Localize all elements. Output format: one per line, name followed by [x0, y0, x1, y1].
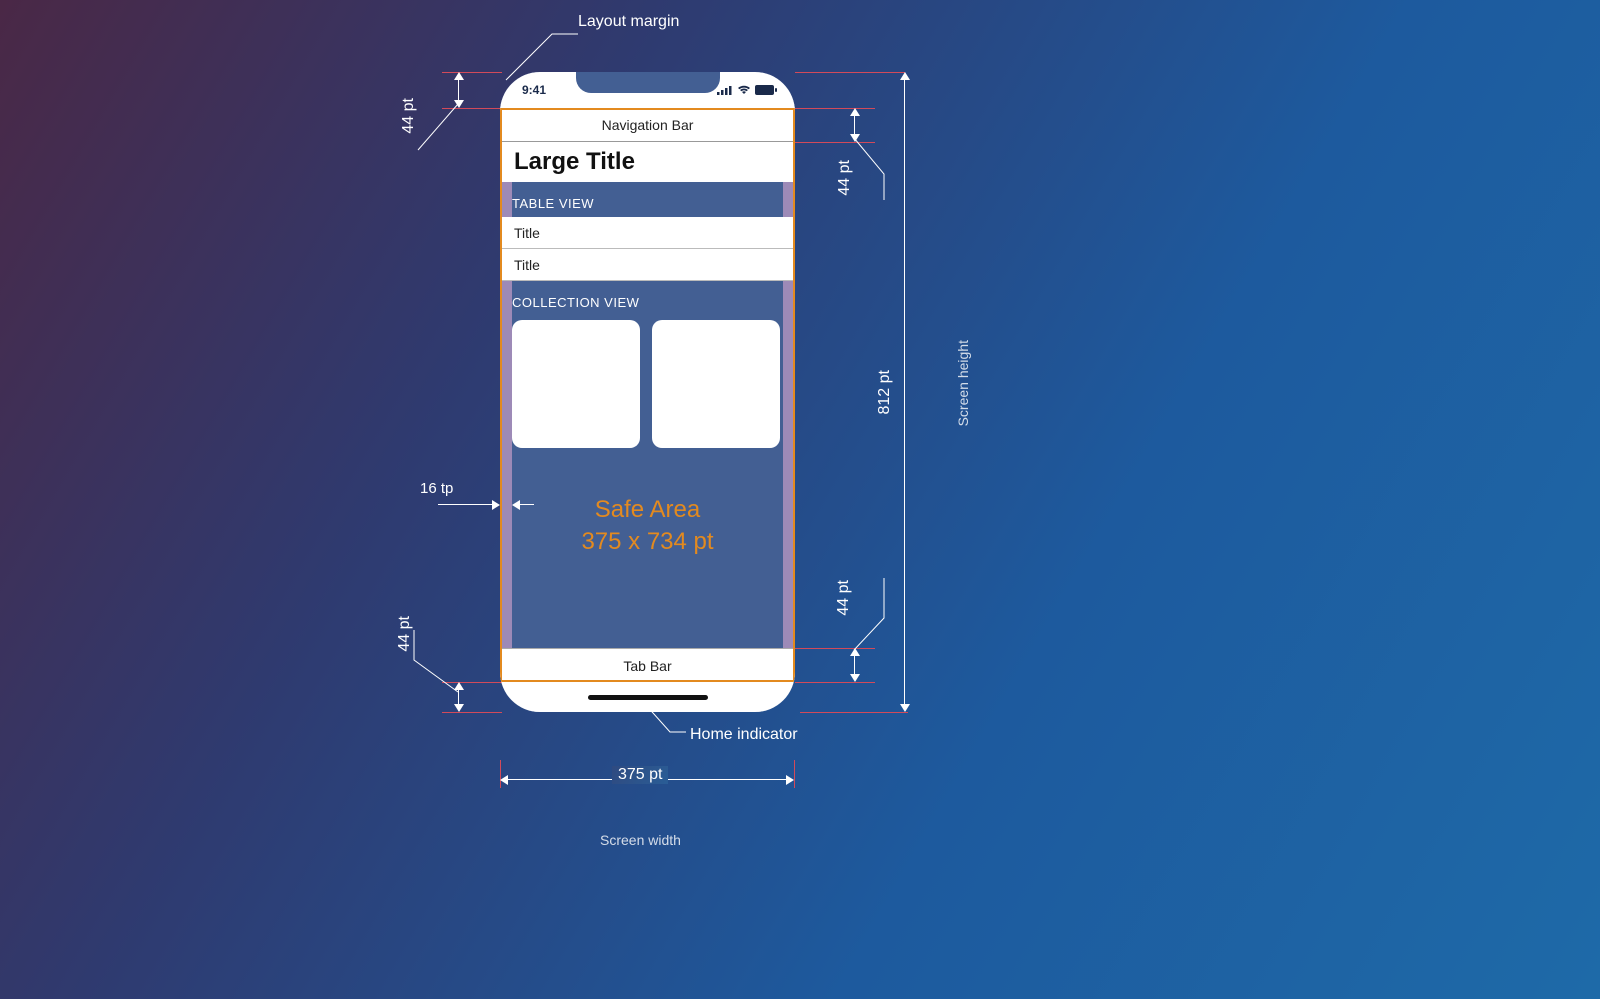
arrow-head-icon	[454, 704, 464, 712]
arrow-head-icon	[900, 704, 910, 712]
layout-margin-label: Layout margin	[578, 13, 679, 31]
screen-height-label: Screen height	[955, 340, 971, 426]
safe-area-label: Safe Area 375 x 734 pt	[500, 496, 795, 556]
guide-line	[794, 760, 795, 788]
arrow-head-icon	[454, 72, 464, 80]
side-margin-label: 16 tp	[420, 480, 453, 497]
status-time: 9:41	[518, 83, 546, 97]
arrow-head-icon	[492, 500, 500, 510]
phone-frame: 9:41 Navigation Bar Large Title TABLE VI…	[500, 72, 795, 712]
dimension-leader	[414, 104, 464, 164]
safe-area-content: Navigation Bar Large Title TABLE VIEW Ti…	[500, 108, 795, 682]
dimension-arrow	[458, 78, 459, 102]
screen-width-label: Screen width	[600, 832, 681, 848]
table-row: Title	[500, 249, 795, 281]
nav-bar-height-label: 44 pt	[836, 160, 854, 196]
home-indicator-area	[500, 682, 795, 712]
table-view-header: TABLE VIEW	[500, 182, 795, 217]
screen-width-value: 375 pt	[612, 766, 668, 784]
wifi-icon	[737, 85, 751, 95]
collection-view	[500, 316, 795, 448]
safe-area-title: Safe Area	[500, 496, 795, 524]
dimension-arrow	[438, 504, 494, 505]
arrow-head-icon	[850, 674, 860, 682]
guide-line	[795, 108, 875, 109]
large-title: Large Title	[500, 142, 795, 182]
phone-notch	[573, 72, 723, 96]
guide-line	[795, 682, 875, 683]
battery-icon	[755, 85, 777, 95]
guide-line	[800, 712, 908, 713]
tab-bar: Tab Bar	[500, 648, 795, 682]
arrow-head-icon	[850, 108, 860, 116]
arrow-head-icon	[900, 72, 910, 80]
guide-line	[442, 72, 502, 73]
dimension-leader	[410, 630, 470, 700]
arrow-head-icon	[786, 775, 794, 785]
collection-view-header: COLLECTION VIEW	[500, 281, 795, 316]
status-icons	[717, 85, 777, 95]
collection-card	[652, 320, 780, 448]
dimension-arrow	[854, 114, 855, 136]
dimension-arrow	[904, 80, 905, 704]
guide-line	[442, 712, 502, 713]
collection-card	[512, 320, 640, 448]
safe-area-dimensions: 375 x 734 pt	[500, 528, 795, 556]
guide-line	[795, 72, 905, 73]
home-indicator	[588, 695, 708, 700]
dimension-leader	[850, 578, 900, 658]
navigation-bar: Navigation Bar	[500, 108, 795, 142]
arrow-head-icon	[500, 775, 508, 785]
table-row: Title	[500, 217, 795, 249]
dimension-leader	[854, 138, 904, 208]
screen-height-value: 812 pt	[876, 370, 894, 414]
